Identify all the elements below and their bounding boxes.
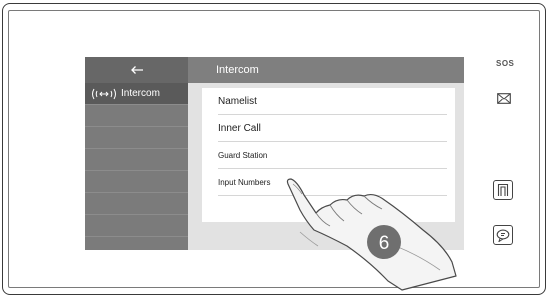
sos-button[interactable]: SOS (496, 59, 514, 68)
menu-item-namelist[interactable]: Namelist (218, 88, 447, 115)
sidebar-item-intercom[interactable]: Intercom (85, 83, 188, 105)
unlock-button[interactable] (493, 180, 513, 200)
touch-screen: Intercom Intercom Namelist Inner Call Gu… (85, 57, 464, 250)
sidebar-row-empty (85, 215, 188, 237)
message-icon (497, 93, 511, 104)
sidebar-item-label: Intercom (121, 88, 160, 99)
unlock-icon (497, 183, 509, 196)
talk-icon (496, 229, 510, 242)
message-button[interactable] (497, 93, 511, 104)
sos-label: SOS (496, 59, 515, 68)
sidebar-row-empty (85, 105, 188, 127)
back-button[interactable] (85, 57, 188, 83)
sidebar-row-empty (85, 127, 188, 149)
arrow-left-icon (130, 66, 143, 74)
sidebar-row-empty (85, 171, 188, 193)
sidebar: Intercom (85, 57, 188, 250)
menu-item-inner-call[interactable]: Inner Call (218, 115, 447, 142)
menu-item-guard-station[interactable]: Guard Station (218, 142, 447, 169)
intercom-icon (91, 87, 117, 101)
menu-item-input-numbers[interactable]: Input Numbers (218, 169, 447, 196)
page-title: Intercom (188, 57, 464, 83)
sidebar-row-empty (85, 149, 188, 171)
talk-button[interactable] (493, 225, 513, 245)
sidebar-row-empty (85, 193, 188, 215)
intercom-menu-list: Namelist Inner Call Guard Station Input … (202, 88, 455, 222)
